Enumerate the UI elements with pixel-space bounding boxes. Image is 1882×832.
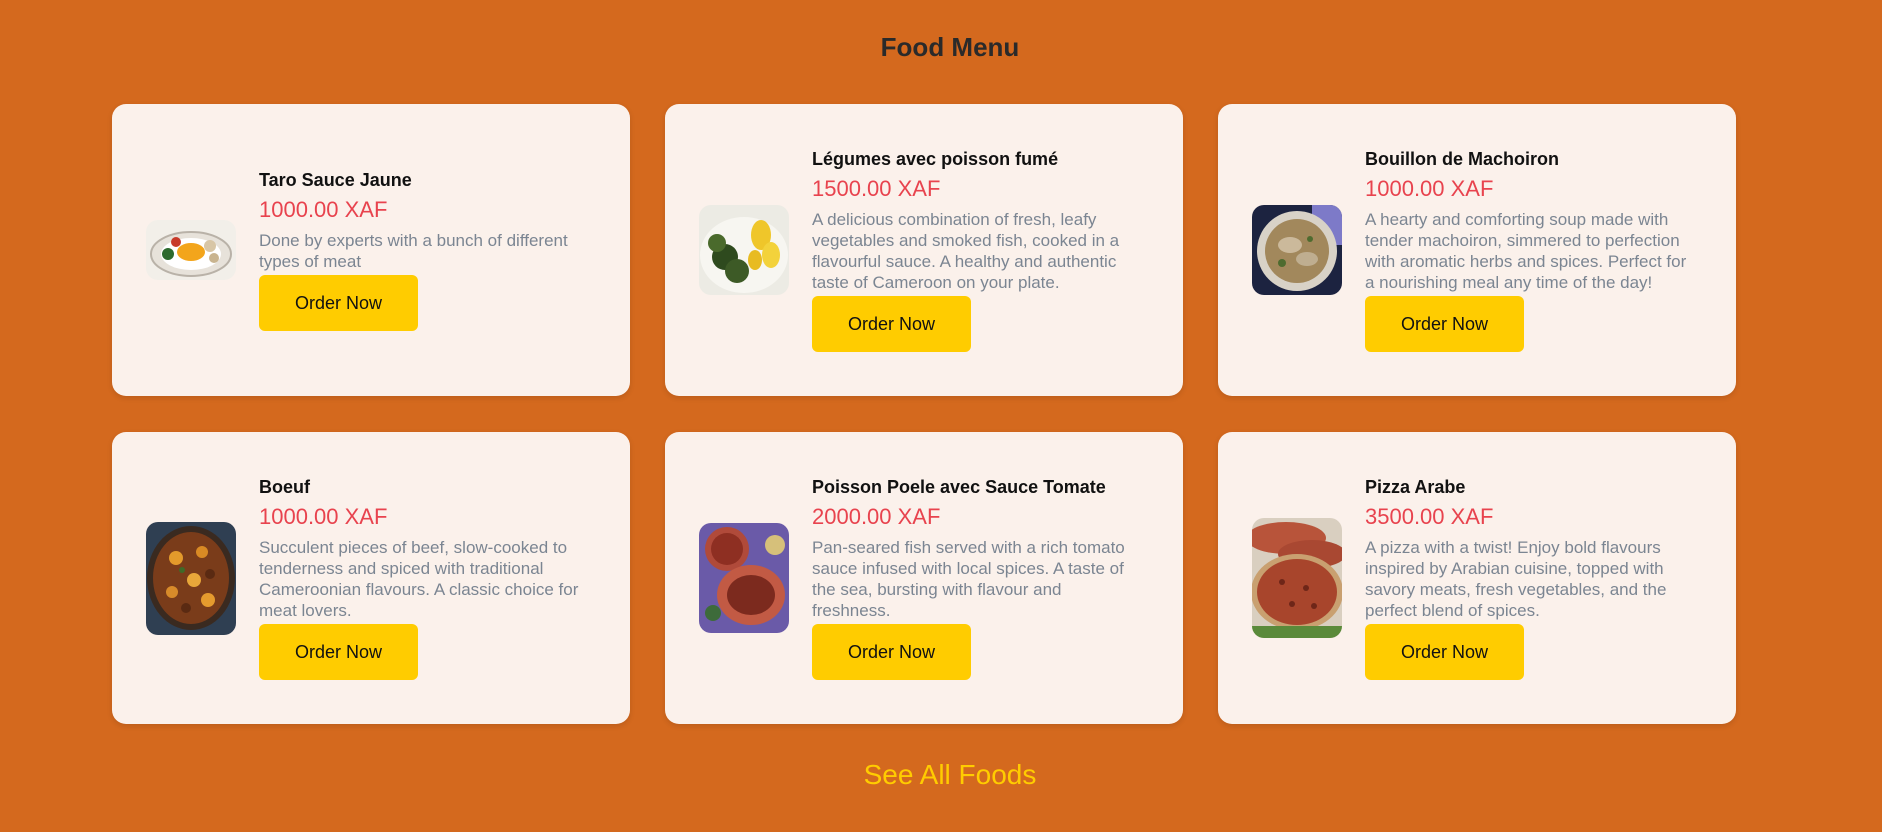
food-grid: Taro Sauce Jaune 1000.00 XAF Done by exp… [112, 104, 1736, 724]
food-description: A pizza with a twist! Enjoy bold flavour… [1365, 537, 1667, 620]
food-info: Taro Sauce Jaune 1000.00 XAF Done by exp… [259, 170, 590, 331]
order-now-button[interactable]: Order Now [1365, 623, 1524, 680]
food-description: A hearty and comforting soup made with t… [1365, 209, 1687, 292]
food-card: Bouillon de Machoiron 1000.00 XAF A hear… [1218, 104, 1736, 396]
food-name: Bouillon de Machoiron [1365, 148, 1559, 169]
food-card: Légumes avec poisson fumé 1500.00 XAF A … [665, 104, 1183, 396]
food-info: Légumes avec poisson fumé 1500.00 XAF A … [812, 149, 1143, 352]
food-description: Pan-seared fish served with a rich tomat… [812, 537, 1125, 620]
order-now-button[interactable]: Order Now [259, 274, 418, 331]
order-now-button[interactable]: Order Now [812, 623, 971, 680]
food-info: Bouillon de Machoiron 1000.00 XAF A hear… [1365, 149, 1696, 352]
food-description: Succulent pieces of beef, slow-cooked to… [259, 537, 579, 620]
food-card: Taro Sauce Jaune 1000.00 XAF Done by exp… [112, 104, 630, 396]
food-name: Taro Sauce Jaune [259, 169, 412, 190]
food-name: Pizza Arabe [1365, 476, 1466, 497]
taro-dish-photo [146, 220, 236, 280]
food-description: A delicious combination of fresh, leafy … [812, 209, 1120, 292]
food-price: 2000.00 XAF [812, 503, 941, 529]
food-description: Done by experts with a bunch of differen… [259, 230, 568, 271]
order-now-button[interactable]: Order Now [812, 295, 971, 352]
food-info: Pizza Arabe 3500.00 XAF A pizza with a t… [1365, 477, 1696, 680]
order-now-button[interactable]: Order Now [259, 623, 418, 680]
food-name: Légumes avec poisson fumé [812, 148, 1059, 169]
food-card: Poisson Poele avec Sauce Tomate 2000.00 … [665, 432, 1183, 724]
beef-stew-photo [146, 521, 236, 635]
page-title: Food Menu [880, 32, 1020, 62]
fish-soup-photo [1252, 205, 1342, 295]
pizza-photo [1252, 518, 1342, 638]
food-price: 1500.00 XAF [812, 175, 941, 201]
food-price: 1000.00 XAF [259, 196, 388, 222]
order-now-button[interactable]: Order Now [1365, 295, 1524, 352]
vegetables-fish-photo [699, 205, 789, 295]
fried-fish-photo [699, 523, 789, 633]
food-price: 1000.00 XAF [259, 503, 388, 529]
food-card: Pizza Arabe 3500.00 XAF A pizza with a t… [1218, 432, 1736, 724]
see-all-foods-link[interactable]: See All Foods [0, 759, 1882, 791]
food-info: Boeuf 1000.00 XAF Succulent pieces of be… [259, 477, 590, 680]
food-card: Boeuf 1000.00 XAF Succulent pieces of be… [112, 432, 630, 724]
food-price: 3500.00 XAF [1365, 503, 1494, 529]
food-info: Poisson Poele avec Sauce Tomate 2000.00 … [812, 477, 1143, 680]
food-name: Poisson Poele avec Sauce Tomate [812, 476, 1106, 497]
food-price: 1000.00 XAF [1365, 175, 1494, 201]
food-name: Boeuf [259, 476, 310, 497]
